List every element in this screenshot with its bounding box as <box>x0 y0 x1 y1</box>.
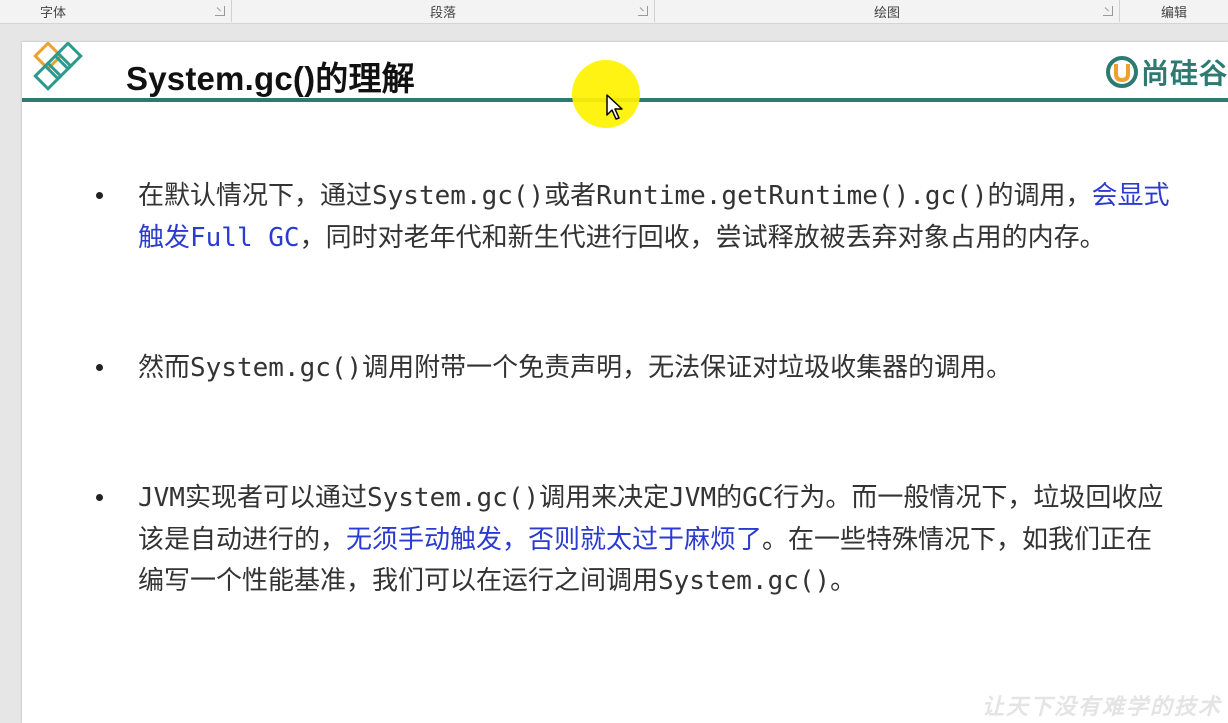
ribbon-group-font: 字体 <box>0 0 232 22</box>
paragraph-dialog-launcher-icon[interactable] <box>638 6 648 16</box>
bullet-item[interactable]: JVM实现者可以通过System.gc()调用来决定JVM的GC行为。而一般情况… <box>92 478 1192 646</box>
text-run: 然而System.gc()调用附带一个免责声明，无法保证对垃圾收集器的调用。 <box>138 353 1013 383</box>
ribbon-group-label: 段落 <box>429 6 456 21</box>
bullet-dot-icon <box>96 192 103 199</box>
diamond-logo-icon <box>33 42 83 91</box>
ribbon-group-editing: 编辑 <box>1120 0 1228 22</box>
ribbon-group-drawing: 绘图 <box>655 0 1120 22</box>
bullet-text: 在默认情况下，通过System.gc()或者Runtime.getRuntime… <box>138 176 1178 259</box>
brand-logo: 尚硅谷 <box>1105 52 1228 92</box>
watermark-slogan: 让天下没有难学的技术 <box>981 694 1222 720</box>
text-run: ，同时对老年代和新生代进行回收，尝试释放被丢弃对象占用的内存。 <box>299 222 1106 253</box>
mouse-cursor-icon <box>606 94 623 120</box>
font-dialog-launcher-icon[interactable] <box>215 6 225 16</box>
ribbon-group-labels: 字体 段落 绘图 编辑 <box>0 0 1228 24</box>
slide-title[interactable]: System.gc()的理解 <box>126 52 415 100</box>
ribbon-group-label: 绘图 <box>873 6 900 21</box>
bullet-dot-icon <box>96 364 103 371</box>
bullet-item[interactable]: 然而System.gc()调用附带一个免责声明，无法保证对垃圾收集器的调用。 <box>92 348 1192 390</box>
bullet-text: 然而System.gc()调用附带一个免责声明，无法保证对垃圾收集器的调用。 <box>138 348 1178 390</box>
text-run: 在默认情况下，通过System.gc()或者Runtime.getRuntime… <box>138 181 1092 211</box>
brand-name: 尚硅谷 <box>1140 57 1228 90</box>
slide-canvas[interactable]: System.gc()的理解 尚硅谷 在默认情况下，通过System.gc()或… <box>22 42 1228 723</box>
brand-mark-icon <box>1105 56 1138 88</box>
bullet-item[interactable]: 在默认情况下，通过System.gc()或者Runtime.getRuntime… <box>92 176 1192 301</box>
highlighted-text-run: 无须手动触发，否则就太过于麻烦了 <box>346 524 763 555</box>
ribbon-group-paragraph: 段落 <box>232 0 655 22</box>
ribbon-group-label: 字体 <box>40 6 67 21</box>
bullet-dot-icon <box>96 494 103 501</box>
ribbon-group-label: 编辑 <box>1160 6 1187 21</box>
drawing-dialog-launcher-icon[interactable] <box>1103 6 1113 16</box>
bullet-text: JVM实现者可以通过System.gc()调用来决定JVM的GC行为。而一般情况… <box>138 478 1178 603</box>
